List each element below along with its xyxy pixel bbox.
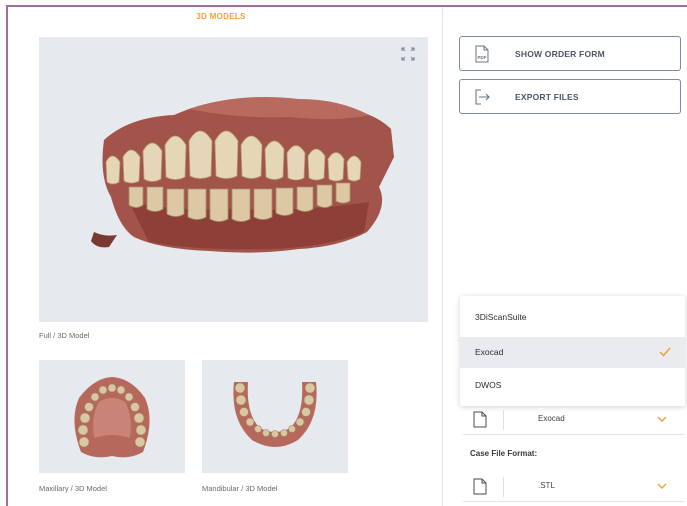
software-select[interactable]: Exocad [463, 405, 685, 435]
export-files-label: EXPORT FILES [515, 92, 579, 102]
mandibular-thumbnail[interactable] [202, 360, 348, 473]
expand-icon[interactable] [400, 46, 416, 62]
section-title: 3D MODELS [196, 12, 246, 21]
select-separator [503, 410, 504, 430]
pdf-file-icon: PDF [475, 45, 489, 63]
chevron-down-icon [657, 483, 667, 489]
software-dropdown-menu: 3DiScanSuite Exocad DWOS [460, 296, 685, 406]
dropdown-option-3discansuite[interactable]: 3DiScanSuite [460, 302, 685, 333]
main-view-caption: Full / 3D Model [39, 331, 90, 340]
pdf-icon-text: PDF [478, 55, 487, 60]
dropdown-option-exocad[interactable]: Exocad [460, 337, 685, 368]
maxillary-model-image [74, 377, 150, 458]
full-dental-model [91, 96, 394, 253]
export-files-button[interactable]: EXPORT FILES [459, 79, 681, 114]
maxillary-thumbnail[interactable] [39, 360, 185, 473]
file-icon [473, 411, 487, 428]
show-order-form-label: SHOW ORDER FORM [515, 49, 605, 59]
checkmark-icon [659, 347, 671, 357]
case-file-format-value: .STL [538, 481, 555, 490]
dropdown-option-label: Exocad [475, 347, 504, 357]
chevron-down-icon [657, 416, 667, 422]
maxillary-caption: Maxillary / 3D Model [39, 484, 107, 493]
file-icon [473, 478, 487, 495]
export-icon [475, 89, 490, 105]
software-select-value: Exocad [538, 414, 565, 423]
dropdown-option-dwos[interactable]: DWOS [460, 370, 685, 401]
panel-divider [442, 7, 443, 506]
case-file-format-select[interactable]: .STL [463, 472, 685, 502]
mandibular-caption: Mandibular / 3D Model [202, 484, 278, 493]
select-separator [503, 477, 504, 497]
show-order-form-button[interactable]: PDF SHOW ORDER FORM [459, 36, 681, 71]
main-3d-viewer[interactable] [39, 37, 428, 322]
mandibular-model-image [233, 382, 317, 447]
case-file-format-label: Case File Format: [470, 449, 538, 458]
